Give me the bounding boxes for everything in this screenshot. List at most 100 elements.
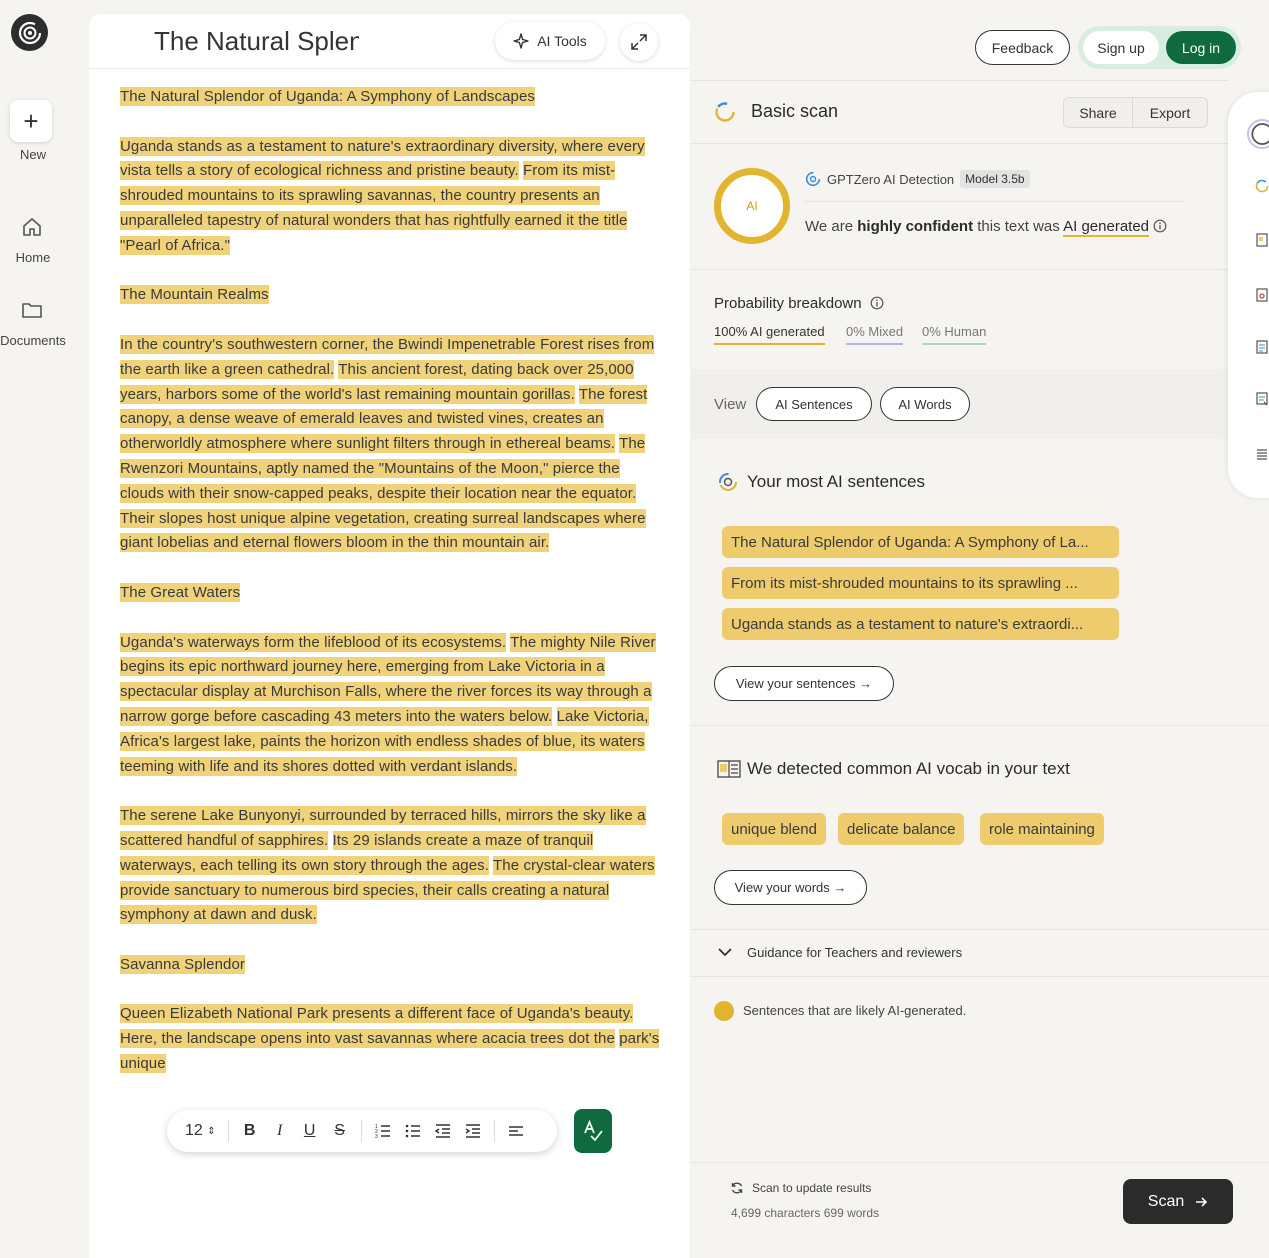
editor-divider [89, 68, 690, 69]
section-divider [690, 725, 1269, 726]
login-button[interactable]: Log in [1166, 31, 1236, 64]
strikethrough-button[interactable]: S [331, 1119, 349, 1143]
ai-legend-dot [714, 1001, 734, 1021]
document-paragraph[interactable]: The serene Lake Bunyonyi, surrounded by … [120, 804, 665, 928]
view-words-button[interactable]: View your words → [714, 870, 867, 905]
folder-icon[interactable] [20, 298, 44, 322]
gptzero-logo[interactable] [11, 14, 48, 51]
home-label[interactable]: Home [0, 250, 66, 265]
document-body[interactable]: The Natural Splendor of Uganda: A Sympho… [120, 85, 665, 1145]
confidence-level: highly confident [857, 218, 974, 235]
signup-button[interactable]: Sign up [1083, 31, 1159, 64]
results-panel: Feedback Sign up Log in Basic scan Share… [690, 0, 1269, 1258]
share-button[interactable]: Share [1063, 97, 1133, 128]
document-paragraph[interactable]: The Natural Splendor of Uganda: A Sympho… [120, 85, 665, 110]
ai-sentence-chip[interactable]: The Natural Splendor of Uganda: A Sympho… [722, 526, 1119, 558]
scan-dock-icon[interactable] [1244, 116, 1269, 152]
model-badge: Model 3.5b [960, 170, 1030, 188]
spellcheck-icon [584, 1119, 603, 1142]
highlighted-sentence[interactable]: The Great Waters [120, 582, 241, 602]
info-icon[interactable] [870, 296, 884, 310]
ai-vocab-chip[interactable]: delicate balance [838, 813, 965, 845]
document-title[interactable]: The Natural Splendor [154, 26, 359, 60]
view-sentences-button[interactable]: View your sentences → [714, 666, 894, 701]
new-document-button[interactable]: + [10, 100, 52, 142]
guidance-toggle[interactable]: Guidance for Teachers and reviewers [717, 944, 962, 960]
export-button[interactable]: Export [1133, 97, 1208, 128]
document-paragraph[interactable]: Uganda stands as a testament to nature's… [120, 135, 665, 259]
section-divider [690, 976, 1269, 977]
expand-button[interactable] [620, 23, 658, 61]
documents-label[interactable]: Documents [0, 333, 66, 348]
chevron-down-icon [718, 948, 732, 957]
numbered-list-icon[interactable]: 123 [374, 1119, 392, 1143]
detector-name: GPTZero AI Detection [827, 171, 955, 187]
ai-sentences-icon [719, 473, 737, 491]
document-paragraph[interactable]: Savanna Splendor [120, 953, 665, 978]
grammar-check-button[interactable] [574, 1109, 612, 1153]
ai-vocab-chip[interactable]: role maintaining [980, 813, 1104, 845]
list-icon[interactable] [1255, 448, 1269, 462]
scan-divider [690, 143, 1228, 144]
highlighted-sentence[interactable]: Queen Elizabeth National Park presents a… [120, 1004, 634, 1024]
ai-legend-text: Sentences that are likely AI-generated. [743, 1003, 967, 1018]
outdent-icon[interactable] [434, 1119, 452, 1143]
writing-report-icon[interactable] [1255, 340, 1269, 354]
guidance-label: Guidance for Teachers and reviewers [747, 944, 963, 960]
highlighted-sentence[interactable]: The Natural Splendor of Uganda: A Sympho… [120, 87, 536, 106]
indent-icon[interactable] [464, 1119, 482, 1143]
footer-divider [690, 1162, 1269, 1163]
ai-vocab-chip[interactable]: unique blend [722, 813, 826, 845]
character-word-count: 4,699 characters 699 words [731, 1206, 880, 1220]
scan-update-hint: Scan to update results [730, 1181, 871, 1195]
ai-sentence-chip[interactable]: Uganda stands as a testament to nature's… [722, 608, 1119, 640]
vocab-book-icon [717, 760, 741, 778]
format-toolbar: 12 ⇕ B I U S 123 [167, 1110, 557, 1152]
ai-tools-label: AI Tools [537, 33, 587, 49]
bold-button[interactable]: B [241, 1119, 259, 1143]
ai-sentences-title: Your most AI sentences [747, 472, 925, 491]
underline-button[interactable]: U [301, 1119, 319, 1143]
bullet-list-icon[interactable] [404, 1119, 422, 1143]
result-label[interactable]: AI generated [1063, 218, 1150, 237]
gptzero-icon [805, 171, 821, 187]
ai-sentences-toggle[interactable]: AI Sentences [756, 387, 872, 421]
document-paragraph[interactable]: The Great Waters [120, 581, 665, 606]
document-paragraph[interactable]: Queen Elizabeth National Park presents a… [120, 1002, 665, 1076]
highlighted-sentence[interactable]: Their slopes host unique alpine vegetati… [120, 508, 646, 553]
ai-sentence-chip[interactable]: From its mist-shrouded mountains to its … [722, 567, 1119, 599]
prob-mixed: 0% Mixed [846, 324, 904, 345]
detector-line: GPTZero AI Detection Model 3.5b [805, 170, 1030, 188]
detector-divider [805, 201, 1185, 202]
plus-icon: + [23, 105, 39, 136]
italic-button[interactable]: I [271, 1119, 289, 1143]
font-size-select[interactable]: 12 ⇕ [185, 1119, 216, 1143]
refresh-icon [731, 1182, 743, 1194]
document-paragraph[interactable]: The Mountain Realms [120, 283, 665, 308]
gptzero-dock-icon[interactable] [1255, 179, 1269, 193]
ai-vocab-title: We detected common AI vocab in your text [747, 759, 1070, 778]
document-ai-icon[interactable] [1255, 233, 1269, 247]
highlighted-sentence[interactable]: Savanna Splendor [120, 954, 246, 974]
logo-icon [18, 21, 41, 44]
scan-button[interactable]: Scan [1123, 1179, 1233, 1224]
plagiarism-icon[interactable] [1255, 288, 1269, 302]
side-dock [1228, 92, 1269, 498]
highlighted-sentence[interactable]: The Mountain Realms [120, 285, 269, 305]
document-paragraph[interactable]: In the country's southwestern corner, th… [120, 333, 665, 556]
highlighted-sentence[interactable]: Uganda's waterways form the lifeblood of… [120, 632, 507, 652]
document-paragraph[interactable]: Uganda's waterways form the lifeblood of… [120, 631, 665, 780]
editor-panel: The Natural Splendor AI Tools The Natura… [89, 14, 690, 1258]
info-icon[interactable] [1153, 219, 1167, 233]
auth-group: Sign up Log in [1078, 26, 1241, 69]
sources-icon[interactable] [1255, 392, 1269, 406]
align-left-icon[interactable] [507, 1119, 525, 1143]
feedback-button[interactable]: Feedback [975, 30, 1070, 65]
new-label: New [19, 147, 46, 162]
ai-tools-button[interactable]: AI Tools [495, 22, 605, 60]
home-icon[interactable] [20, 215, 44, 239]
highlighted-sentence[interactable]: Here, the landscape opens into vast sava… [120, 1029, 615, 1049]
ai-words-toggle[interactable]: AI Words [880, 387, 970, 421]
sparkle-icon [513, 33, 529, 49]
svg-text:3: 3 [375, 1134, 378, 1140]
